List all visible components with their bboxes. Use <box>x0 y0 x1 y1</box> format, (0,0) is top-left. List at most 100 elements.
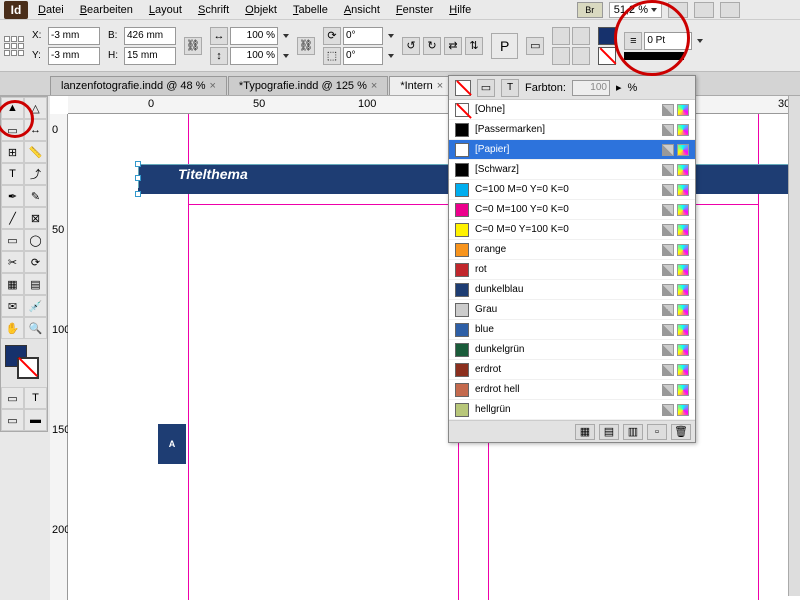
reference-point[interactable] <box>4 36 24 56</box>
shear-input[interactable] <box>343 47 383 65</box>
direct-selection-tool[interactable]: △ <box>24 97 47 119</box>
document-tab[interactable]: lanzenfotografie.indd @ 48 %× <box>50 76 227 95</box>
menu-objekt[interactable]: Objekt <box>237 2 285 18</box>
apply-color[interactable]: ▭ <box>1 387 24 409</box>
swatch-row[interactable]: C=0 M=0 Y=100 K=0 <box>449 220 695 240</box>
stroke-swatch[interactable] <box>598 47 616 65</box>
new-swatch-icon[interactable]: ▫ <box>647 424 667 440</box>
flip-h-icon[interactable]: ⇄ <box>444 37 462 55</box>
arrange-icon[interactable] <box>720 2 740 18</box>
swatch-row[interactable]: C=100 M=0 Y=0 K=0 <box>449 180 695 200</box>
view-options-icon[interactable] <box>668 2 688 18</box>
menu-layout[interactable]: Layout <box>141 2 190 18</box>
swatch-list[interactable]: [Ohne][Passermarken][Papier][Schwarz]C=1… <box>449 100 695 420</box>
delete-swatch-icon[interactable]: 🗑 <box>671 424 691 440</box>
gradient-feather-tool[interactable]: ▤ <box>24 273 47 295</box>
view-mode-normal[interactable]: ▭ <box>1 409 24 431</box>
note-tool[interactable]: ✉ <box>1 295 24 317</box>
constrain-icon[interactable]: ⛓ <box>184 37 202 55</box>
eyedropper-tool[interactable]: 💉 <box>24 295 47 317</box>
pen-tool[interactable]: ✒ <box>1 185 24 207</box>
line-tool[interactable]: ╱ <box>1 207 24 229</box>
close-icon[interactable]: × <box>209 80 215 92</box>
zoom-tool[interactable]: 🔍 <box>24 317 47 339</box>
type-tool[interactable]: T <box>1 163 24 185</box>
menu-fenster[interactable]: Fenster <box>388 2 441 18</box>
y-input[interactable] <box>48 47 100 65</box>
hand-tool[interactable]: ✋ <box>1 317 24 339</box>
swatch-row[interactable]: [Schwarz] <box>449 160 695 180</box>
fill-swatch[interactable] <box>598 27 616 45</box>
height-input[interactable] <box>124 47 176 65</box>
rotate-cw-icon[interactable]: ↻ <box>423 37 441 55</box>
menu-schrift[interactable]: Schrift <box>190 2 237 18</box>
fill-none-icon[interactable] <box>455 80 471 96</box>
swatch-mode-icon <box>677 164 689 176</box>
swatch-row[interactable]: C=0 M=100 Y=0 K=0 <box>449 200 695 220</box>
align-top-icon[interactable] <box>552 27 570 45</box>
screen-mode-icon[interactable] <box>694 2 714 18</box>
link-scale-icon[interactable]: ⛓ <box>297 37 315 55</box>
close-icon[interactable]: × <box>371 80 377 92</box>
close-icon[interactable]: × <box>437 80 443 92</box>
width-input[interactable] <box>124 27 176 45</box>
stroke-weight-input[interactable] <box>644 32 692 50</box>
swatch-row[interactable]: hellgrün <box>449 400 695 420</box>
rect-frame-tool[interactable]: ⊠ <box>24 207 47 229</box>
scale-x-input[interactable] <box>230 27 278 45</box>
selection-tool[interactable]: ▲ <box>1 97 24 119</box>
pencil-tool[interactable]: ✎ <box>24 185 47 207</box>
show-color-swatches-icon[interactable]: ▤ <box>599 424 619 440</box>
formatting-container-icon[interactable]: ▭ <box>477 79 495 97</box>
swatch-row[interactable]: [Passermarken] <box>449 120 695 140</box>
show-gradient-swatches-icon[interactable]: ▥ <box>623 424 643 440</box>
align-dist-icon[interactable] <box>572 47 590 65</box>
menu-hilfe[interactable]: Hilfe <box>441 2 479 18</box>
align-btm-icon[interactable] <box>552 47 570 65</box>
swatch-row[interactable]: [Ohne] <box>449 100 695 120</box>
view-mode-preview[interactable]: ▬ <box>24 409 47 431</box>
tint-input[interactable] <box>572 80 610 96</box>
swatch-row[interactable]: rot <box>449 260 695 280</box>
align-mid-icon[interactable] <box>572 27 590 45</box>
rotate-ccw-icon[interactable]: ↺ <box>402 37 420 55</box>
swatch-row[interactable]: [Papier] <box>449 140 695 160</box>
menu-bearbeiten[interactable]: Bearbeiten <box>72 2 141 18</box>
ellipse-tool[interactable]: ◯ <box>24 229 47 251</box>
scissors-tool[interactable]: ✂ <box>1 251 24 273</box>
gradient-swatch-tool[interactable]: ▦ <box>1 273 24 295</box>
menu-ansicht[interactable]: Ansicht <box>336 2 388 18</box>
swatch-row[interactable]: erdrot hell <box>449 380 695 400</box>
gap-tool[interactable]: ↔ <box>24 119 47 141</box>
document-tab[interactable]: *Typografie.indd @ 125 %× <box>228 76 388 95</box>
rotate-input[interactable] <box>343 27 383 45</box>
swatch-row[interactable]: Grau <box>449 300 695 320</box>
fill-stroke-control[interactable] <box>1 343 47 383</box>
rect-tool[interactable]: ▭ <box>1 229 24 251</box>
measure-tool[interactable]: 📏 <box>24 141 47 163</box>
swatch-row[interactable]: dunkelgrün <box>449 340 695 360</box>
bridge-button[interactable]: Br <box>577 2 603 18</box>
content-tool[interactable]: ⊞ <box>1 141 24 163</box>
stroke-style[interactable] <box>624 52 684 60</box>
swatch-row[interactable]: orange <box>449 240 695 260</box>
document-tab[interactable]: *Intern× <box>389 76 454 95</box>
swatch-row[interactable]: erdrot <box>449 360 695 380</box>
x-input[interactable] <box>48 27 100 45</box>
select-container-icon[interactable]: ▭ <box>526 37 544 55</box>
show-all-swatches-icon[interactable]: ▦ <box>575 424 595 440</box>
page-tool[interactable]: ▭ <box>1 119 24 141</box>
collapsed-panels[interactable] <box>788 96 800 596</box>
swatch-row[interactable]: dunkelblau <box>449 280 695 300</box>
formatting-text-icon[interactable]: T <box>501 79 519 97</box>
type-path-tool[interactable]: ⤴ <box>24 163 47 185</box>
transform-tool[interactable]: ⟳ <box>24 251 47 273</box>
swatch-row[interactable]: blue <box>449 320 695 340</box>
flip-v-icon[interactable]: ⇅ <box>465 37 483 55</box>
zoom-level[interactable]: 51,2 % <box>609 2 662 18</box>
paragraph-style-icon[interactable]: P <box>491 33 518 59</box>
scale-y-input[interactable] <box>230 47 278 65</box>
menu-tabelle[interactable]: Tabelle <box>285 2 336 18</box>
apply-text[interactable]: T <box>24 387 47 409</box>
menu-datei[interactable]: Datei <box>30 2 72 18</box>
